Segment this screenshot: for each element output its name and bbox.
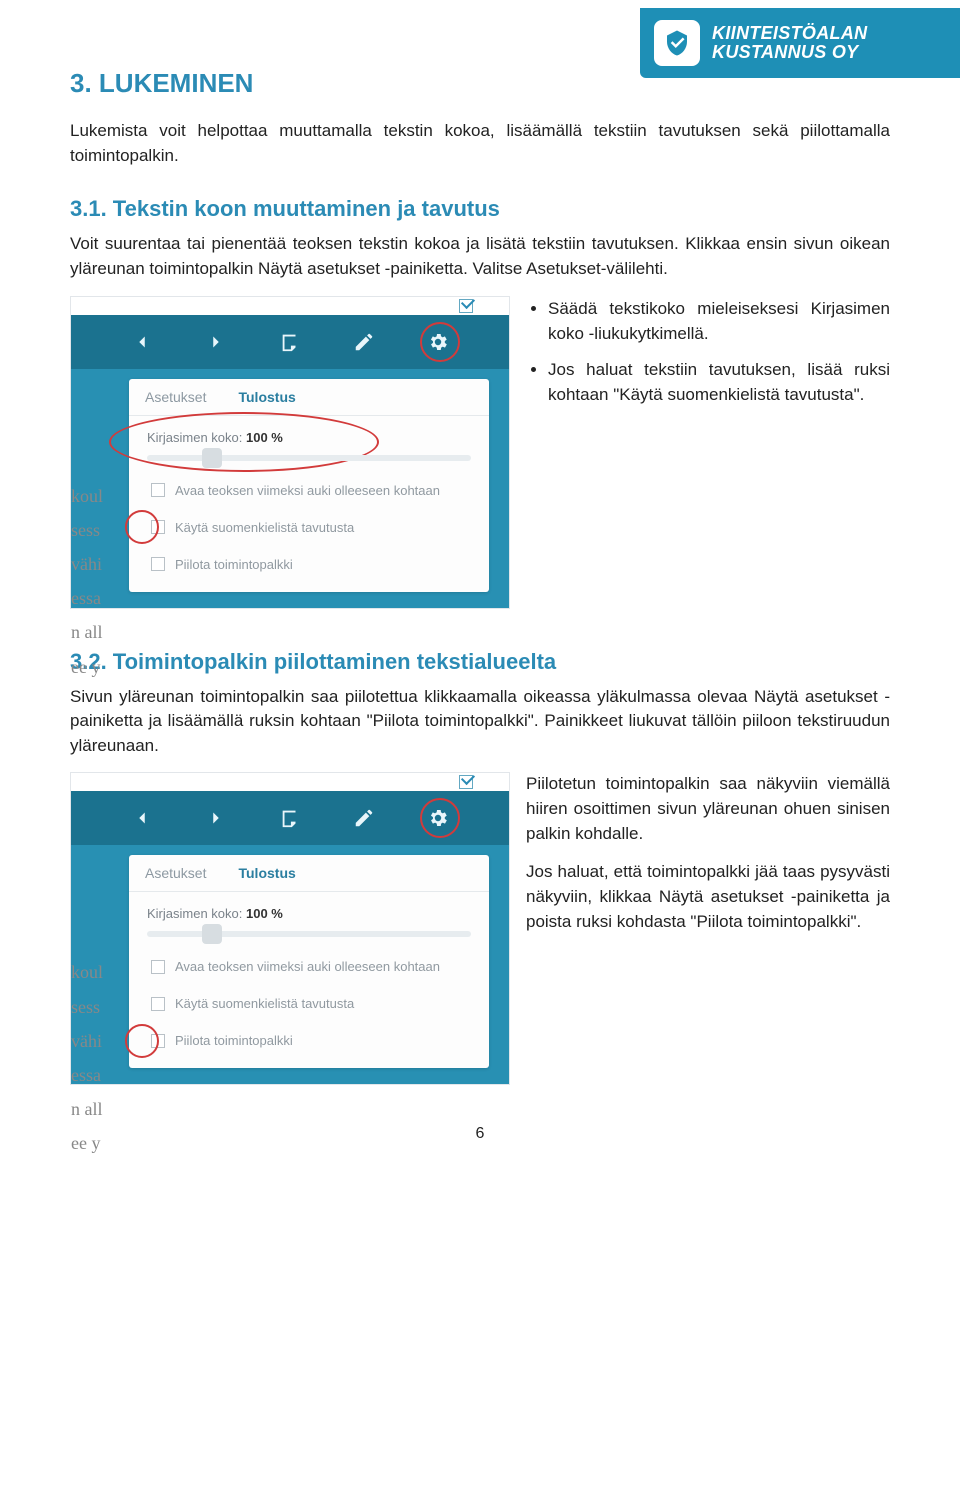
brand-line2: KUSTANNUS OY: [712, 43, 867, 62]
notes-icon[interactable]: [276, 328, 304, 356]
edge-t5: n all: [71, 615, 115, 649]
tab-asetukset-2[interactable]: Asetukset: [129, 855, 222, 891]
settings-panel: Asetukset Tulostus Kirjasimen koko: 100 …: [129, 379, 489, 592]
prev-icon-2[interactable]: [128, 804, 156, 832]
label-hyphenation-2: Käytä suomenkielistä tavutusta: [175, 996, 354, 1011]
settings-gear-icon-2[interactable]: [424, 804, 452, 832]
page-number: 6: [70, 1125, 890, 1143]
edge2-t5: n all: [71, 1092, 115, 1126]
option-hide-toolbar: Piilota toimintopalkki: [147, 557, 471, 572]
edge-t0: koul: [71, 479, 115, 513]
edge2-t6: ee y: [71, 1126, 115, 1160]
highlight-hide-toolbar-circle: [125, 1024, 159, 1058]
edge2-t1: sess: [71, 990, 115, 1024]
settings-gear-icon[interactable]: [424, 328, 452, 356]
label-hide-toolbar: Piilota toimintopalkki: [175, 557, 293, 572]
section-3-1-bullets: Säädä tekstikoko mieleiseksesi Kirjasime…: [526, 296, 890, 408]
background-text-strip-2: koul sess vähi essa n all ee y: [71, 845, 115, 1160]
edge2-t0: koul: [71, 955, 115, 989]
heading-3-1: 3.1. Tekstin koon muuttaminen ja tavutus: [70, 196, 890, 222]
edge-t6: ee y: [71, 650, 115, 684]
option-open-last-2: Avaa teoksen viimeksi auki olleeseen koh…: [147, 959, 471, 974]
tab-asetukset[interactable]: Asetukset: [129, 379, 222, 415]
highlight-hyphenation-circle: [125, 510, 159, 544]
option-hide-toolbar-2: Piilota toimintopalkki: [147, 1033, 471, 1048]
highlight-gear-circle: [420, 322, 460, 362]
section-3-2-p2: Piilotetun toimintopalkin saa näkyviin v…: [526, 772, 890, 846]
option-hyphenation: Käytä suomenkielistä tavutusta: [147, 520, 471, 535]
topbar-check-strip-2: [71, 773, 509, 791]
label-hide-toolbar-2: Piilota toimintopalkki: [175, 1033, 293, 1048]
checkbox-hyphenation-2[interactable]: [151, 997, 165, 1011]
checkbox-open-last[interactable]: [151, 483, 165, 497]
brand-name: KIINTEISTÖALAN KUSTANNUS OY: [712, 24, 867, 62]
highlight-slider-circle: [109, 412, 379, 472]
brand-badge: KIINTEISTÖALAN KUSTANNUS OY: [640, 8, 960, 78]
topbar-check-strip: [71, 297, 509, 315]
option-hyphenation-2: Käytä suomenkielistä tavutusta: [147, 996, 471, 1011]
heading-3-2: 3.2. Toimintopalkin piilottaminen teksti…: [70, 649, 890, 675]
font-size-slider-2[interactable]: [147, 931, 471, 937]
tab-tulostus-2[interactable]: Tulostus: [222, 855, 311, 891]
edit-icon[interactable]: [350, 328, 378, 356]
section-3-2-p1: Sivun yläreunan toimintopalkin saa piilo…: [70, 685, 890, 759]
intro-paragraph: Lukemista voit helpottaa muuttamalla tek…: [70, 119, 890, 168]
highlight-gear-circle-2: [420, 798, 460, 838]
font-size-label-2: Kirjasimen koko: 100 %: [147, 906, 471, 921]
settings-panel-2: Asetukset Tulostus Kirjasimen koko: 100 …: [129, 855, 489, 1068]
edge2-t2: vähi: [71, 1024, 115, 1058]
option-open-last: Avaa teoksen viimeksi auki olleeseen koh…: [147, 483, 471, 498]
edit-icon-2[interactable]: [350, 804, 378, 832]
tab-tulostus[interactable]: Tulostus: [222, 379, 311, 415]
next-icon[interactable]: [202, 328, 230, 356]
screenshot-settings-2: koul sess vähi essa n all ee y Asetukset…: [70, 772, 510, 1085]
brand-line1: KIINTEISTÖALAN: [712, 24, 867, 43]
font-size-slider-thumb-2[interactable]: [202, 924, 222, 944]
font-size-slider-thumb[interactable]: [202, 448, 222, 468]
reader-toolbar: [71, 315, 509, 369]
bullet-hyphenation: Jos haluat tekstiin tavutuksen, lisää ru…: [548, 357, 890, 408]
section-3-2-p3: Jos haluat, että toimintopalkki jää taas…: [526, 860, 890, 934]
background-text-strip: koul sess vähi essa n all ee y: [71, 369, 115, 684]
edge-t2: vähi: [71, 547, 115, 581]
brand-logo-icon: [654, 20, 700, 66]
font-size-slider[interactable]: [147, 455, 471, 461]
edge2-t3: essa: [71, 1058, 115, 1092]
edge-t3: essa: [71, 581, 115, 615]
reader-toolbar-2: [71, 791, 509, 845]
topbar-checked-icon-2[interactable]: [459, 775, 473, 789]
checkbox-open-last-2[interactable]: [151, 960, 165, 974]
label-hyphenation: Käytä suomenkielistä tavutusta: [175, 520, 354, 535]
edge-t1: sess: [71, 513, 115, 547]
settings-tabs-2: Asetukset Tulostus: [129, 855, 489, 892]
label-open-last-2: Avaa teoksen viimeksi auki olleeseen koh…: [175, 959, 440, 974]
next-icon-2[interactable]: [202, 804, 230, 832]
notes-icon-2[interactable]: [276, 804, 304, 832]
label-open-last: Avaa teoksen viimeksi auki olleeseen koh…: [175, 483, 440, 498]
settings-tabs: Asetukset Tulostus: [129, 379, 489, 416]
font-size-label-text-2: Kirjasimen koko:: [147, 906, 246, 921]
topbar-checked-icon[interactable]: [459, 299, 473, 313]
font-size-value-2: 100 %: [246, 906, 283, 921]
screenshot-settings-1: koul sess vähi essa n all ee y Asetukset…: [70, 296, 510, 609]
section-3-1-p1: Voit suurentaa tai pienentää teoksen tek…: [70, 232, 890, 281]
prev-icon[interactable]: [128, 328, 156, 356]
checkbox-hide-toolbar[interactable]: [151, 557, 165, 571]
bullet-font-size: Säädä tekstikoko mieleiseksesi Kirjasime…: [548, 296, 890, 347]
